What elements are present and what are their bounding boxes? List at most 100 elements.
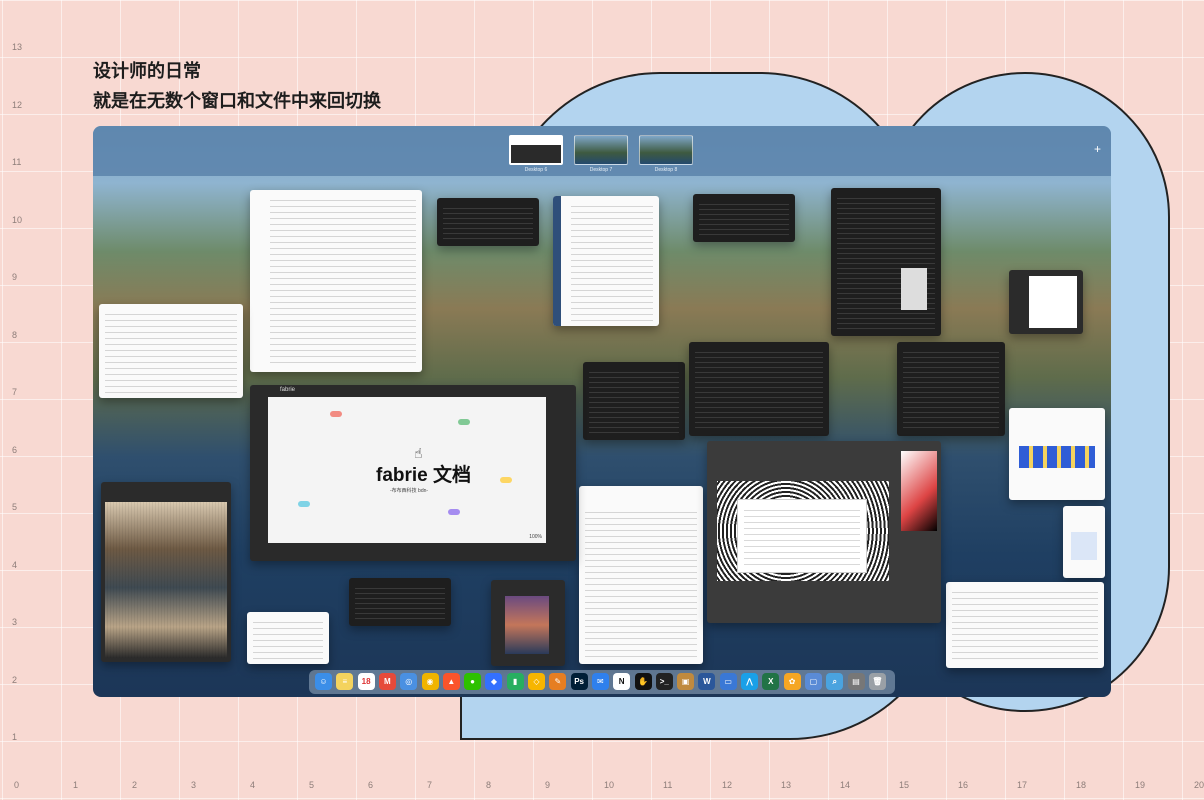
screen-icon[interactable]: ▢ bbox=[804, 673, 822, 690]
notes-icon[interactable]: ≡ bbox=[336, 673, 354, 690]
product-spec-window[interactable] bbox=[946, 582, 1104, 668]
document-window[interactable] bbox=[250, 190, 422, 372]
dark-window-6[interactable] bbox=[349, 578, 451, 626]
dark-window-5[interactable] bbox=[897, 342, 1005, 436]
fabrie-window[interactable]: fabrie ☝ fabrie 文档 -布布西科技 bdn- 100% bbox=[250, 385, 576, 561]
x-axis-label: 14 bbox=[840, 780, 851, 790]
cursor-tag-purple bbox=[448, 509, 460, 515]
trash-icon[interactable]: 🗑 bbox=[868, 673, 886, 690]
cursor-tag-red bbox=[330, 411, 342, 417]
dock: ☺ ≡ 18 M ◎ ◉ ▲ ● ◆ ▮ ◇ ✎ Ps ✉ N ✋ >_ ▣ W ▭ ⋀ X ✿ ▢ ⌕ ▤ 🗑 bbox=[309, 670, 895, 694]
fabrie-toolbar[interactable] bbox=[272, 415, 280, 527]
space-desktop-7[interactable] bbox=[574, 135, 628, 165]
wechat-icon[interactable]: ● bbox=[464, 673, 482, 690]
x-axis-label: 19 bbox=[1135, 780, 1146, 790]
space-label-desktop-6: Desktop 6 bbox=[524, 167, 548, 173]
photos-icon[interactable]: ✿ bbox=[783, 673, 801, 690]
spaces-bar: Desktop 6 Desktop 7 Desktop 8 + bbox=[93, 126, 1111, 176]
y-axis-label: 5 bbox=[12, 502, 18, 512]
wechat-window[interactable] bbox=[831, 188, 941, 336]
x-axis-label: 3 bbox=[191, 780, 197, 790]
fabrie-canvas[interactable]: ☝ fabrie 文档 -布布西科技 bdn- 100% bbox=[268, 397, 546, 543]
y-axis-label: 2 bbox=[12, 674, 18, 685]
sketch-icon[interactable]: ◇ bbox=[528, 673, 545, 690]
y-axis-label: 4 bbox=[12, 559, 18, 570]
image-capture-icon[interactable]: ▤ bbox=[847, 673, 865, 690]
x-axis-label: 8 bbox=[486, 780, 492, 790]
y-axis-label: 12 bbox=[12, 99, 23, 110]
word-icon[interactable]: W bbox=[698, 673, 716, 690]
x-axis-label: 18 bbox=[1076, 780, 1087, 790]
y-axis-label: 11 bbox=[12, 157, 22, 167]
cursor-tag-yellow bbox=[500, 477, 512, 483]
feishu-icon[interactable]: ◆ bbox=[485, 673, 503, 690]
x-axis-label: 2 bbox=[132, 780, 138, 790]
dark-window-2[interactable] bbox=[693, 194, 795, 242]
dark-window-4[interactable] bbox=[689, 342, 829, 436]
chat-window[interactable] bbox=[553, 196, 659, 326]
x-axis-label: 10 bbox=[604, 780, 615, 790]
terminal-icon[interactable]: >_ bbox=[655, 673, 673, 690]
x-axis-label: 13 bbox=[781, 780, 792, 790]
fabrie-zoom[interactable]: 100% bbox=[529, 534, 542, 540]
y-axis-label: 3 bbox=[12, 617, 18, 627]
brave-icon[interactable]: ▲ bbox=[442, 673, 460, 690]
calendar-icon[interactable]: 18 bbox=[357, 673, 375, 690]
add-space-button[interactable]: + bbox=[1094, 142, 1101, 156]
headline: 设计师的日常 就是在无数个窗口和文件中来回切换 bbox=[93, 56, 381, 116]
excel-icon[interactable]: X bbox=[762, 673, 780, 690]
space-desktop-8[interactable] bbox=[639, 135, 693, 165]
tablet-preview-window[interactable] bbox=[491, 580, 565, 666]
y-axis-label: 8 bbox=[12, 329, 18, 340]
x-axis-label: 11 bbox=[663, 780, 673, 790]
fabrie-brand-subtitle: -布布西科技 bdn- bbox=[390, 488, 429, 494]
space-label-desktop-7: Desktop 7 bbox=[589, 167, 613, 173]
y-axis-label: 6 bbox=[12, 444, 18, 455]
x-axis-label: 9 bbox=[545, 780, 551, 790]
ps-color-panel[interactable] bbox=[901, 451, 937, 531]
gmail-icon[interactable]: M bbox=[378, 673, 396, 690]
finder-icon[interactable]: ☺ bbox=[315, 673, 332, 690]
headline-line-1: 设计师的日常 bbox=[93, 61, 201, 81]
chrome-icon[interactable]: ◉ bbox=[421, 673, 439, 690]
y-axis-label: 13 bbox=[12, 42, 23, 52]
photoshop-window[interactable] bbox=[707, 441, 941, 623]
settings-window[interactable] bbox=[1009, 270, 1083, 334]
spreadsheet-window[interactable] bbox=[247, 612, 329, 664]
cursor-tag-cyan bbox=[298, 501, 310, 507]
y-axis-label: 7 bbox=[12, 387, 18, 397]
fabrie-brand-title: fabrie 文档 bbox=[376, 465, 472, 486]
dark-window-3[interactable] bbox=[583, 362, 685, 440]
x-axis-label: 7 bbox=[427, 780, 433, 790]
lanhu-icon[interactable]: ⋀ bbox=[741, 673, 758, 690]
preview-icon[interactable]: ▣ bbox=[677, 673, 695, 690]
numbers-icon[interactable]: ▮ bbox=[506, 673, 524, 690]
x-axis-label: 20 bbox=[1194, 780, 1204, 790]
fabrie-top-brand: fabrie bbox=[280, 387, 296, 393]
x-axis-label: 6 bbox=[368, 780, 374, 790]
headline-line-2: 就是在无数个窗口和文件中来回切换 bbox=[93, 91, 381, 111]
x-axis-label: 16 bbox=[958, 780, 969, 790]
product-design-window[interactable] bbox=[99, 304, 243, 398]
fabrie-icon[interactable]: ✋ bbox=[634, 673, 652, 690]
y-axis-label: 10 bbox=[12, 214, 23, 225]
search-icon[interactable]: ⌕ bbox=[826, 673, 844, 690]
mobile-preview-window[interactable] bbox=[1063, 506, 1105, 578]
mail-icon[interactable]: ✉ bbox=[591, 673, 609, 690]
moodboard-window[interactable] bbox=[579, 486, 703, 664]
pen-icon[interactable]: ✎ bbox=[549, 673, 567, 690]
x-axis-label: 17 bbox=[1017, 780, 1028, 790]
safari-icon[interactable]: ◎ bbox=[400, 673, 418, 690]
x-axis-label: 15 bbox=[899, 780, 910, 790]
color-swatch-window[interactable] bbox=[1009, 408, 1105, 500]
photo-gallery-window[interactable] bbox=[101, 482, 231, 662]
dark-window-1[interactable] bbox=[437, 198, 539, 246]
keynote-icon[interactable]: ▭ bbox=[719, 673, 737, 690]
photoshop-icon[interactable]: Ps bbox=[570, 673, 588, 690]
x-axis-label: 0 bbox=[14, 780, 20, 790]
y-axis-label: 9 bbox=[12, 272, 18, 282]
x-axis-label: 4 bbox=[250, 780, 256, 790]
x-axis-label: 5 bbox=[309, 780, 315, 790]
space-desktop-6[interactable] bbox=[509, 135, 563, 165]
notion-icon[interactable]: N bbox=[613, 673, 631, 690]
